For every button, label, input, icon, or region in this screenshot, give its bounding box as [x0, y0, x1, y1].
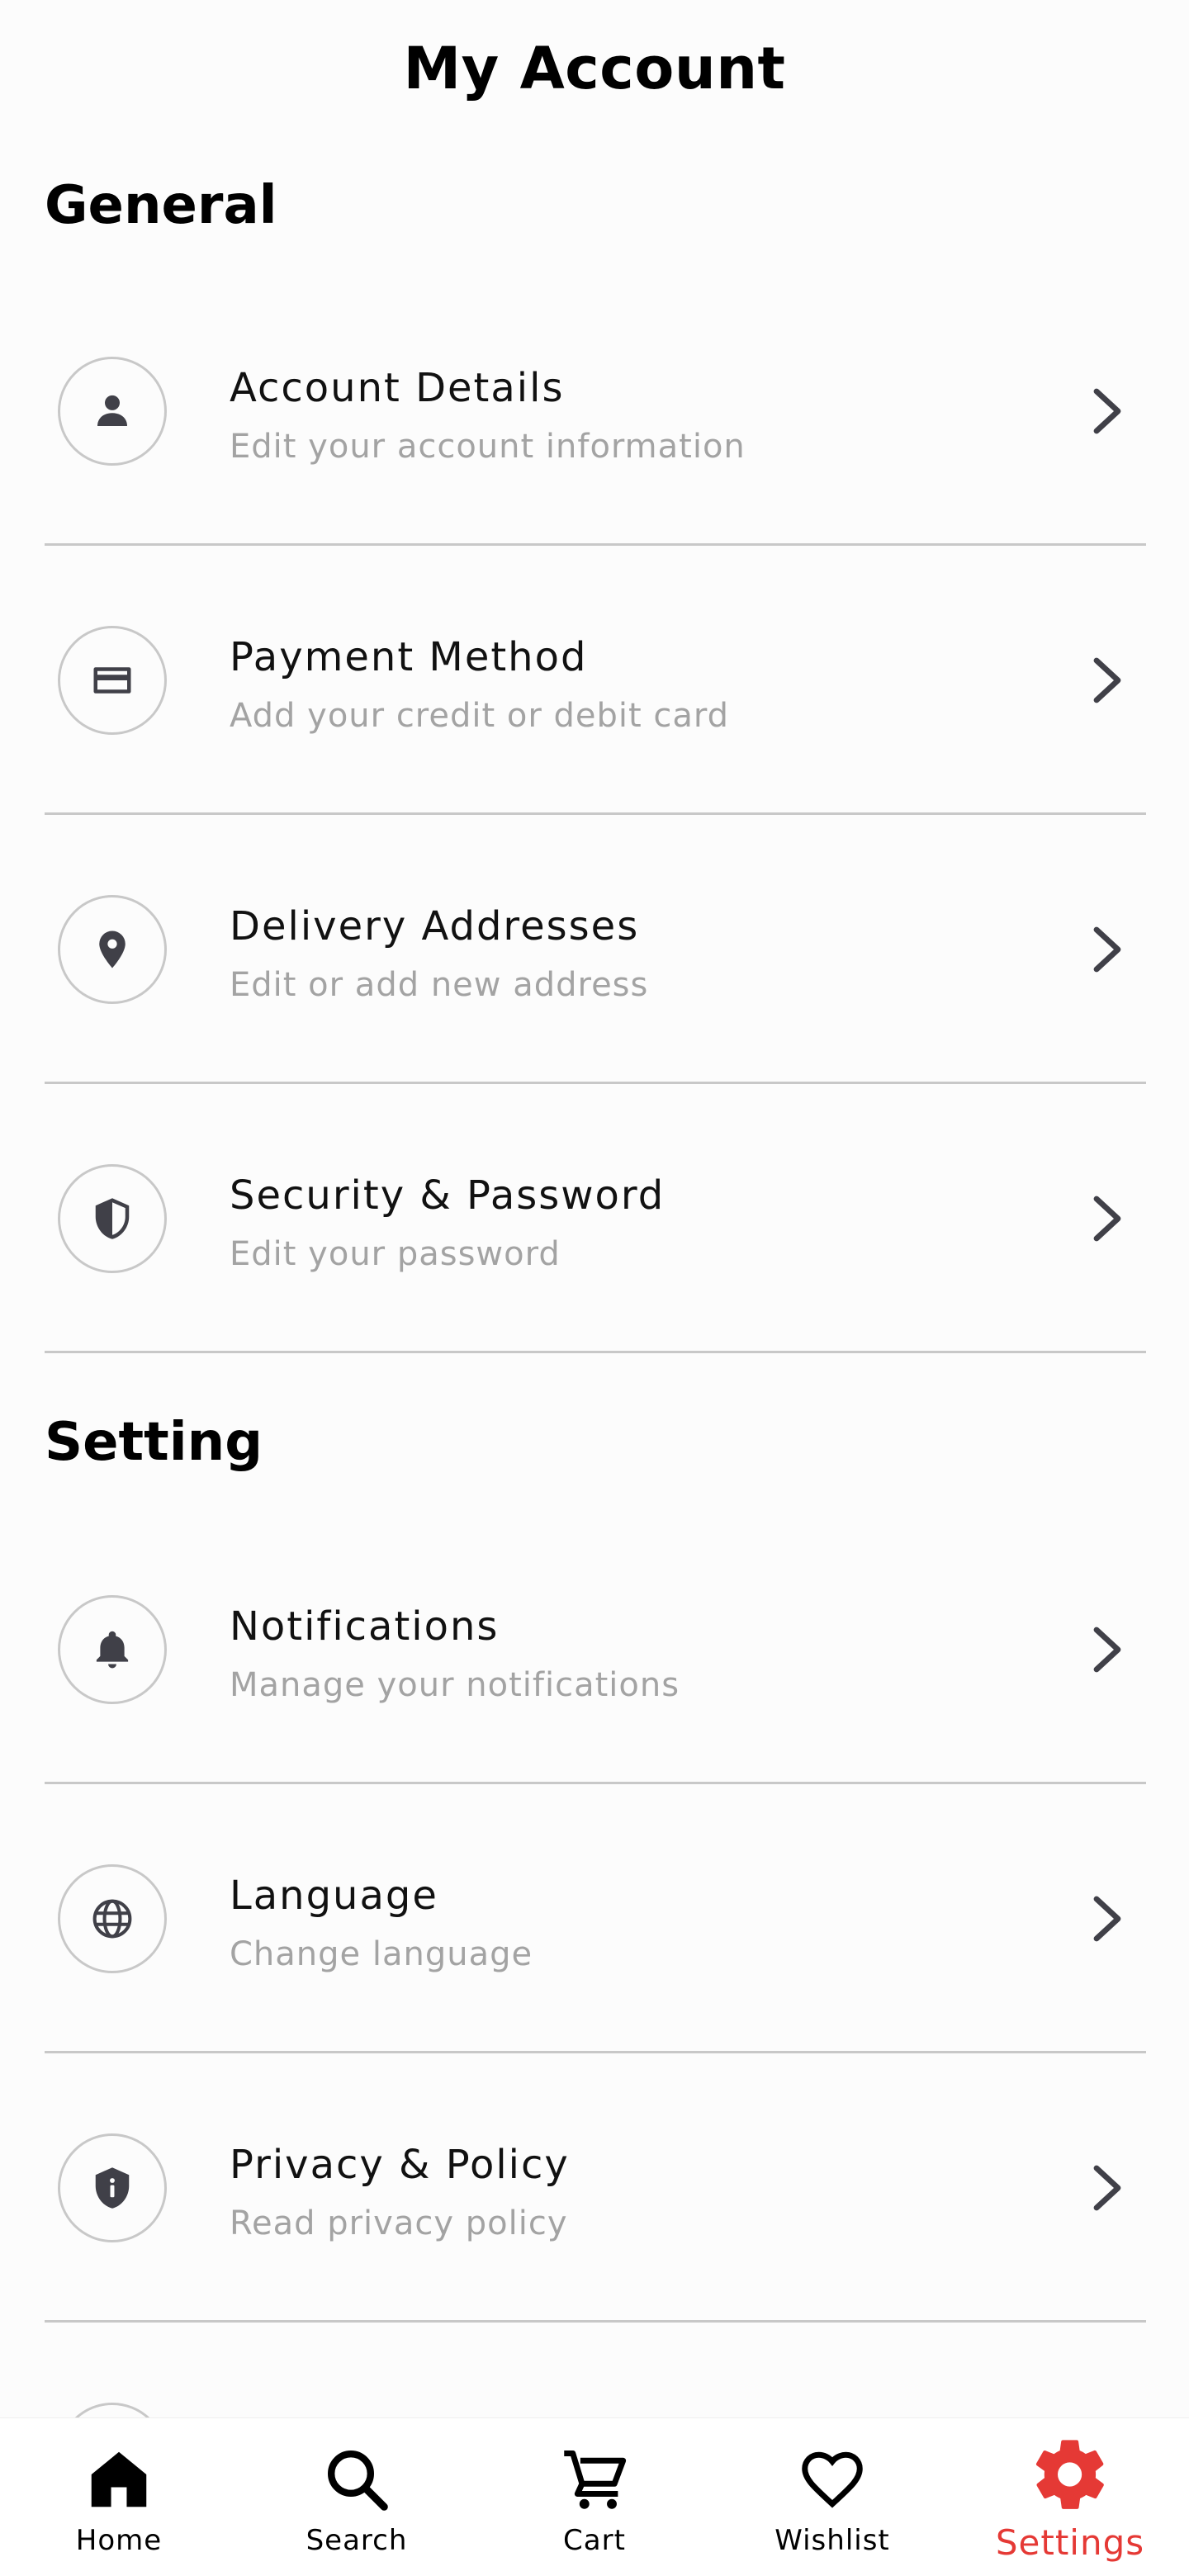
- menu-item-title: Payment Method: [230, 634, 588, 680]
- globe-icon: [58, 1864, 167, 1973]
- person-icon: [58, 357, 167, 466]
- menu-item-subtitle: Change language: [230, 1935, 533, 1973]
- nav-home[interactable]: Home: [0, 2418, 238, 2576]
- cart-icon: [560, 2445, 629, 2514]
- menu-item-title: Notifications: [230, 1603, 500, 1650]
- menu-item-title: Account Details: [230, 365, 565, 411]
- nav-wishlist[interactable]: Wishlist: [713, 2418, 951, 2576]
- nav-label: Home: [75, 2524, 163, 2557]
- menu-item-payment-method[interactable]: Payment Method Add your credit or debit …: [0, 545, 1189, 815]
- divider: [45, 1351, 1146, 1353]
- account-page: My Account General Account Details Edit …: [0, 0, 1189, 2576]
- menu-item-notifications[interactable]: Notifications Manage your notifications: [0, 1514, 1189, 1784]
- menu-item-privacy-policy[interactable]: Privacy & Policy Read privacy policy: [0, 2053, 1189, 2323]
- search-icon: [322, 2445, 391, 2514]
- menu-item-account-details[interactable]: Account Details Edit your account inform…: [0, 276, 1189, 546]
- page-title: My Account: [403, 35, 786, 102]
- menu-item-delivery-addresses[interactable]: Delivery Addresses Edit or add new addre…: [0, 814, 1189, 1084]
- section-title-setting: Setting: [45, 1412, 263, 1473]
- nav-cart[interactable]: Cart: [476, 2418, 713, 2576]
- shield-icon: [58, 1164, 167, 1273]
- chevron-right-icon: [1082, 1892, 1131, 1945]
- bottom-navigation: Home Search Cart Wishlist Settings: [0, 2417, 1189, 2576]
- menu-item-subtitle: Add your credit or debit card: [230, 697, 730, 735]
- chevron-right-icon: [1082, 654, 1131, 707]
- nav-settings[interactable]: Settings: [951, 2418, 1189, 2576]
- privacy-shield-icon: [58, 2133, 167, 2242]
- menu-item-title: Delivery Addresses: [230, 903, 640, 949]
- menu-item-title: Security & Password: [230, 1172, 666, 1219]
- nav-label: Cart: [563, 2524, 626, 2557]
- nav-label: Search: [306, 2524, 408, 2557]
- chevron-right-icon: [1082, 2162, 1131, 2214]
- chevron-right-icon: [1082, 923, 1131, 976]
- menu-item-subtitle: Edit your password: [230, 1235, 561, 1273]
- menu-item-title: Language: [230, 1873, 438, 1919]
- bell-icon: [58, 1595, 167, 1704]
- location-pin-icon: [58, 895, 167, 1004]
- menu-item-title: Privacy & Policy: [230, 2142, 570, 2188]
- chevron-right-icon: [1082, 1192, 1131, 1245]
- nav-search[interactable]: Search: [238, 2418, 476, 2576]
- home-icon: [84, 2445, 154, 2514]
- menu-item-subtitle: Read privacy policy: [230, 2204, 568, 2242]
- chevron-right-icon: [1082, 385, 1131, 438]
- menu-item-subtitle: Edit or add new address: [230, 966, 649, 1004]
- menu-item-subtitle: Edit your account information: [230, 428, 746, 466]
- menu-item-security-password[interactable]: Security & Password Edit your password: [0, 1083, 1189, 1353]
- menu-item-language[interactable]: Language Change language: [0, 1783, 1189, 2053]
- nav-label: Wishlist: [775, 2524, 890, 2557]
- chevron-right-icon: [1082, 1623, 1131, 1676]
- gear-icon: [1029, 2433, 1111, 2516]
- section-title-general: General: [45, 175, 277, 236]
- credit-card-icon: [58, 626, 167, 735]
- nav-label: Settings: [995, 2522, 1145, 2563]
- menu-item-subtitle: Manage your notifications: [230, 1666, 680, 1704]
- heart-icon: [798, 2445, 867, 2514]
